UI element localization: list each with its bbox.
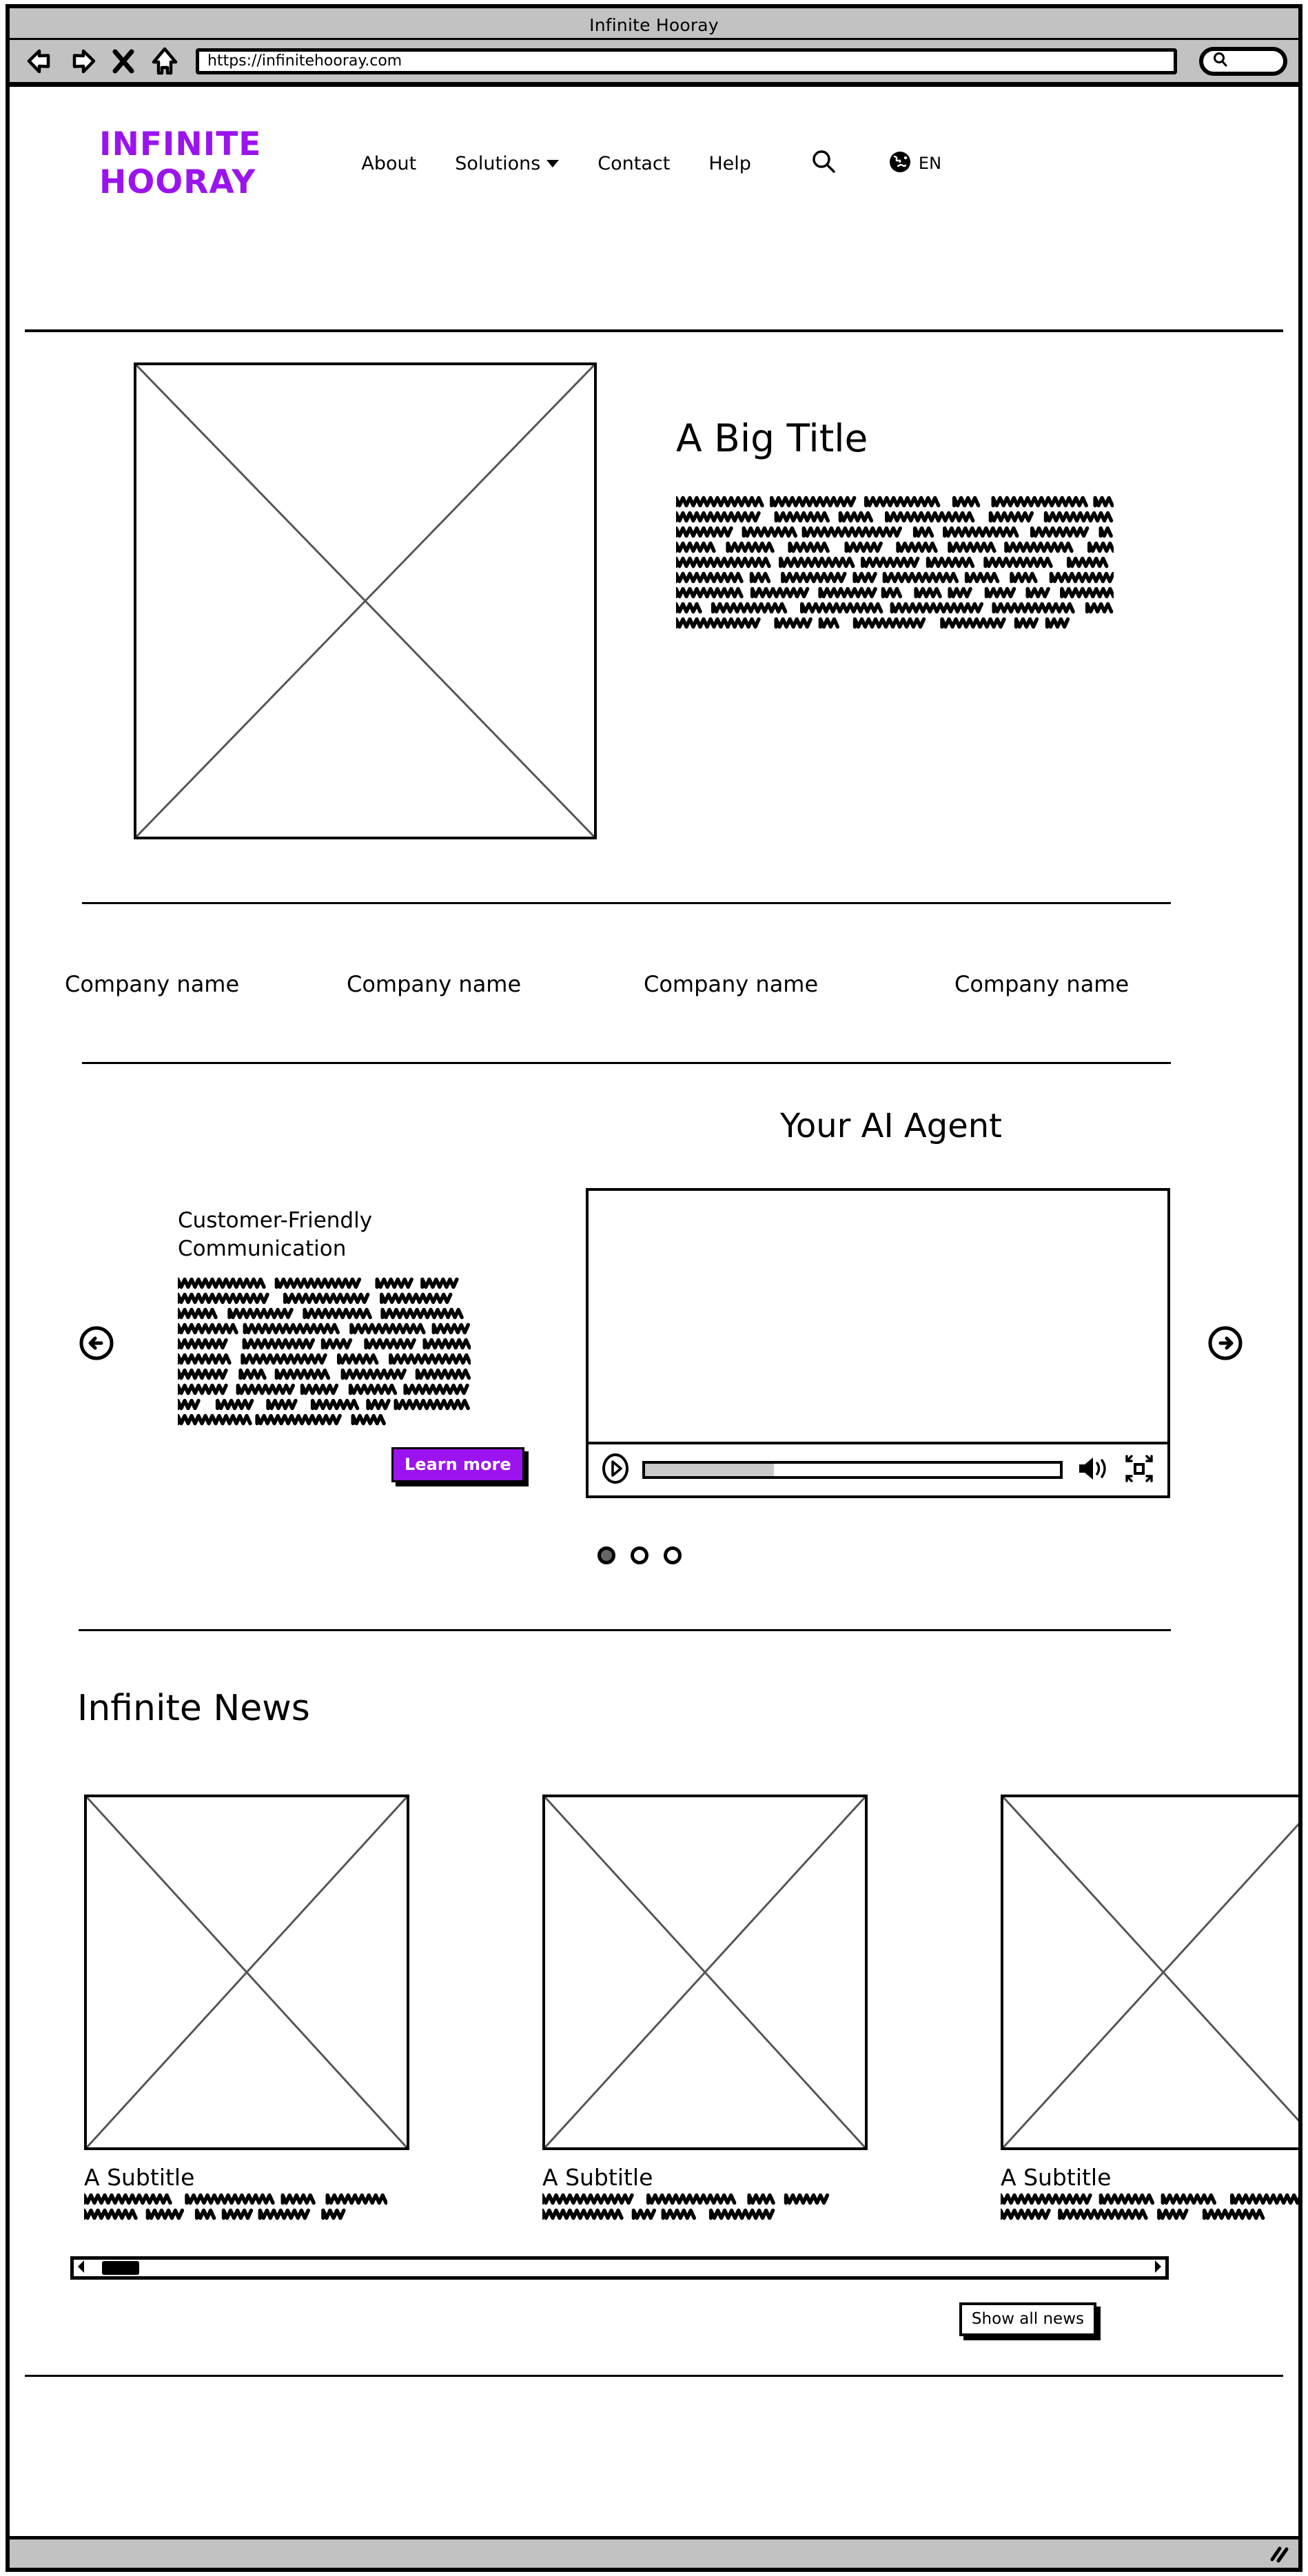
search-icon — [1212, 51, 1229, 72]
news-card[interactable]: A Subtitle — [999, 1795, 1298, 2224]
carousel-prev-button[interactable] — [79, 1325, 114, 1361]
close-x-icon — [112, 48, 135, 75]
news-image-placeholder — [84, 1795, 409, 2150]
back-arrow-icon — [25, 46, 56, 76]
section-title-agent: Your AI Agent — [779, 1107, 1002, 1145]
news-image-placeholder — [542, 1795, 868, 2150]
nav-item-solutions[interactable]: Solutions — [455, 152, 560, 174]
globe-icon — [888, 150, 912, 176]
resize-grip-icon[interactable] — [1267, 2543, 1290, 2564]
play-icon[interactable] — [601, 1452, 630, 1488]
section-title-news: Infinite News — [77, 1688, 310, 1729]
news-subtitle: A Subtitle — [84, 2164, 195, 2191]
back-button[interactable] — [25, 45, 57, 77]
volume-icon[interactable] — [1075, 1453, 1111, 1487]
browser-titlebar: Infinite Hooray — [10, 8, 1298, 40]
hero-image-placeholder — [134, 362, 597, 839]
page-content: INFINITE HOORAY About Solutions Contact … — [10, 87, 1298, 2536]
news-horizontal-scrollbar[interactable] — [70, 2256, 1169, 2280]
news-subtitle: A Subtitle — [542, 2164, 653, 2191]
hero-body-text — [674, 493, 1209, 633]
slide-body-text — [176, 1275, 543, 1429]
nav-label: About — [361, 152, 417, 174]
site-header: INFINITE HOORAY About Solutions Contact … — [10, 87, 1298, 240]
forward-button[interactable] — [66, 45, 98, 77]
video-progress-fill — [645, 1464, 774, 1476]
header-divider — [25, 329, 1283, 332]
browser-toolbar: https://infinitehooray.com — [10, 40, 1298, 87]
learn-more-button[interactable]: Learn more — [391, 1447, 524, 1483]
news-image-placeholder — [1001, 1795, 1298, 2150]
video-player[interactable] — [586, 1188, 1170, 1498]
stop-button[interactable] — [108, 45, 139, 77]
news-cards-row: A Subtitle A Subtitle A Subtitle — [10, 1795, 1298, 2224]
header-tools: EN — [810, 148, 941, 178]
video-screen[interactable] — [589, 1191, 1167, 1444]
circle-arrow-left-icon — [79, 1326, 114, 1364]
site-logo[interactable]: INFINITE HOORAY — [99, 125, 261, 202]
search-icon[interactable] — [810, 148, 837, 178]
client-name: Company name — [347, 971, 522, 997]
hero-text: A Big Title — [674, 362, 1209, 839]
carousel-slide: Customer-Friendly Communication Learn mo… — [176, 1204, 543, 1483]
nav-item-contact[interactable]: Contact — [597, 153, 670, 174]
carousel-dots — [10, 1546, 1298, 1564]
address-bar[interactable]: https://infinitehooray.com — [196, 48, 1177, 74]
carousel-next-button[interactable] — [1207, 1325, 1243, 1361]
clients-divider-bottom — [82, 1062, 1171, 1064]
url-text: https://infinitehooray.com — [207, 52, 402, 70]
news-body-text — [999, 2191, 1298, 2224]
home-button[interactable] — [149, 45, 181, 77]
news-card[interactable]: A Subtitle — [82, 1795, 409, 2224]
language-label: EN — [918, 154, 942, 173]
circle-arrow-right-icon — [1207, 1326, 1243, 1364]
scroll-right-icon[interactable] — [1152, 2259, 1163, 2277]
fullscreen-icon[interactable] — [1123, 1453, 1155, 1487]
show-all-news-button[interactable]: Show all news — [959, 2302, 1096, 2336]
client-logos-row: Company name Company name Company name C… — [10, 971, 1298, 997]
nav-item-about[interactable]: About — [361, 153, 416, 174]
home-icon — [150, 45, 180, 77]
carousel-dot-3[interactable] — [664, 1546, 682, 1564]
nav-label: Contact — [597, 152, 671, 174]
client-name: Company name — [954, 971, 1130, 997]
browser-window: Infinite Hooray https://infinitehooray.c… — [6, 4, 1302, 2572]
client-name: Company name — [65, 971, 240, 997]
news-card[interactable]: A Subtitle — [540, 1795, 868, 2224]
window-title: Infinite Hooray — [589, 15, 719, 35]
forward-arrow-icon — [67, 46, 97, 76]
chevron-down-icon — [546, 159, 560, 167]
nav-label: Help — [708, 152, 751, 174]
news-subtitle: A Subtitle — [1001, 2164, 1112, 2191]
video-progress-bar[interactable] — [642, 1461, 1063, 1479]
hero-section: A Big Title — [10, 362, 1298, 839]
nav-label: Solutions — [455, 152, 541, 174]
clients-divider-top — [82, 902, 1171, 904]
browser-search-box[interactable] — [1199, 46, 1287, 76]
page-title: A Big Title — [676, 416, 868, 460]
agent-carousel: Customer-Friendly Communication Learn mo… — [10, 1188, 1298, 1498]
language-selector[interactable]: EN — [888, 150, 941, 176]
scroll-left-icon[interactable] — [76, 2259, 87, 2277]
carousel-dot-2[interactable] — [631, 1546, 648, 1564]
video-controls — [589, 1444, 1167, 1495]
main-navigation: About Solutions Contact Help — [361, 153, 751, 174]
browser-statusbar — [10, 2536, 1298, 2568]
footer-divider — [25, 2375, 1283, 2377]
carousel-dot-1[interactable] — [597, 1546, 615, 1564]
nav-item-help[interactable]: Help — [708, 153, 751, 174]
news-body-text — [82, 2191, 409, 2224]
client-name: Company name — [644, 971, 819, 997]
slide-title: Customer-Friendly Communication — [178, 1207, 373, 1261]
news-divider-top — [79, 1629, 1171, 1631]
news-body-text — [540, 2191, 868, 2224]
scrollbar-thumb[interactable] — [102, 2261, 139, 2275]
